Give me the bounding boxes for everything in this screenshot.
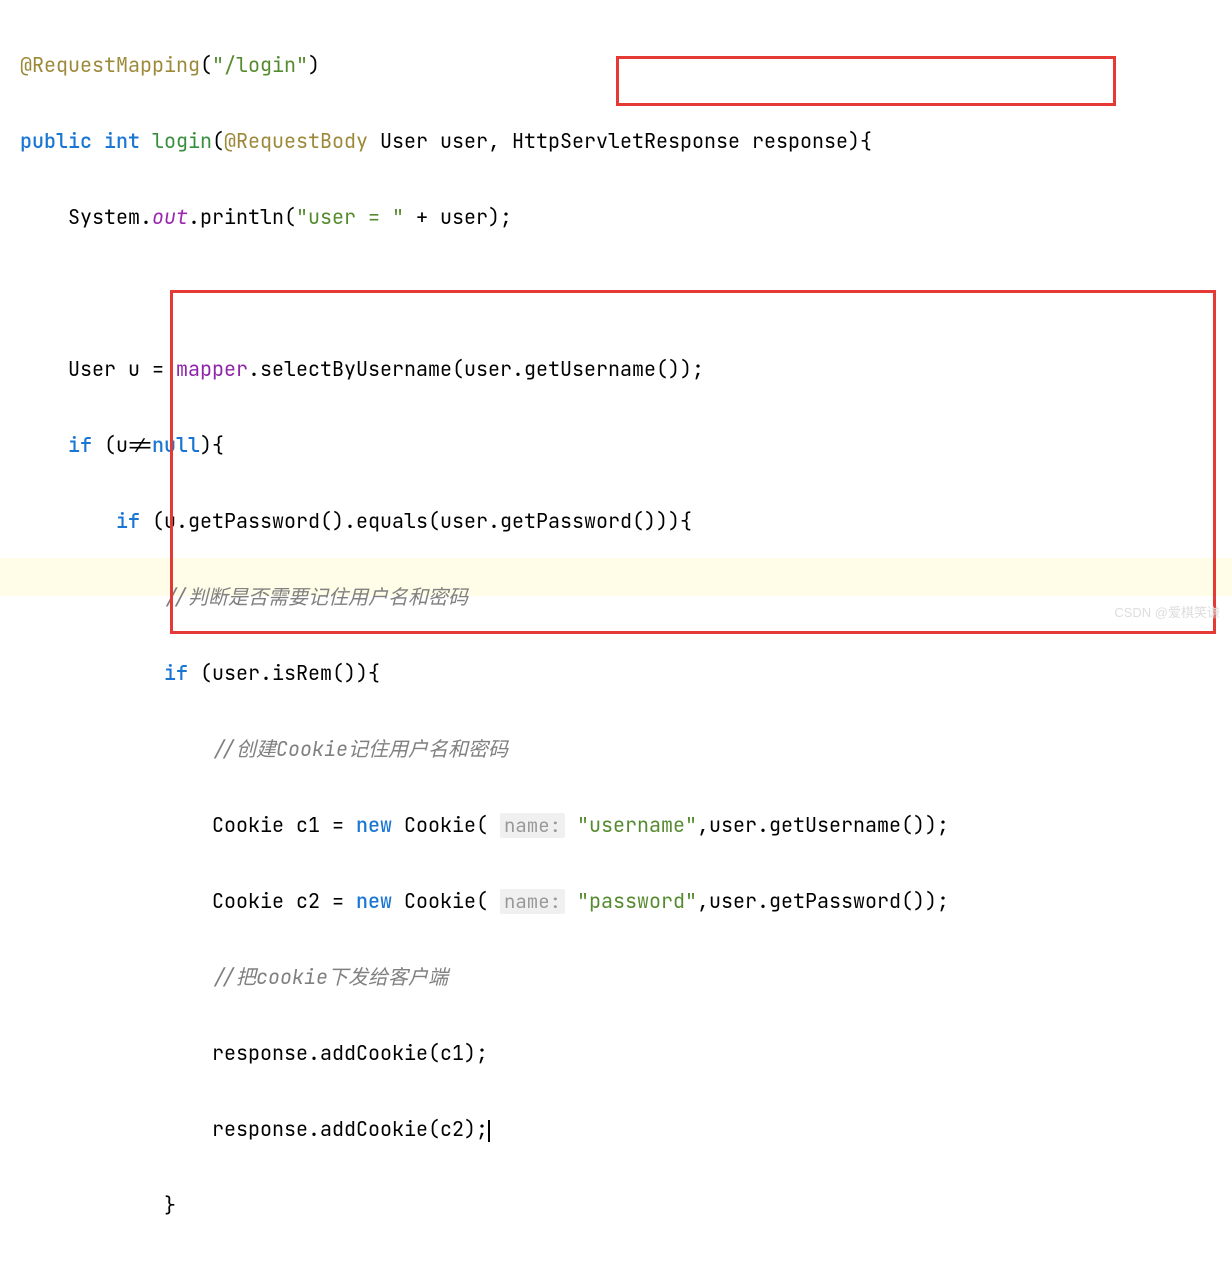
- method-name: login: [152, 128, 212, 154]
- param: response: [752, 128, 848, 154]
- variable: u: [128, 356, 140, 382]
- string-literal: "/login": [212, 52, 308, 78]
- annotation: @RequestMapping: [20, 52, 200, 78]
- method-call: selectByUsername: [260, 356, 452, 382]
- type: HttpServletResponse: [512, 128, 740, 154]
- method-call: getPassword: [500, 508, 632, 534]
- variable: user: [440, 508, 488, 534]
- variable: u: [164, 508, 176, 534]
- parameter-hint: name:: [500, 889, 565, 914]
- method-call: getPassword: [188, 508, 320, 534]
- method-call: println: [200, 204, 284, 230]
- variable: response: [212, 1040, 308, 1066]
- comment: //把cookie下发给客户端: [212, 964, 448, 990]
- constructor: Cookie: [404, 812, 476, 838]
- method-call: getUsername: [524, 356, 656, 382]
- watermark: CSDN @爱棋笑谦: [1114, 601, 1220, 626]
- keyword-int: int: [104, 128, 140, 154]
- code-line-13: //把cookie下发给客户端: [20, 958, 1212, 996]
- method-call: addCookie: [320, 1040, 428, 1066]
- code-line-2: public int login(@RequestBody User user,…: [20, 122, 1212, 160]
- class-ref: System: [68, 204, 140, 230]
- static-field: out: [152, 204, 188, 230]
- method-call: getPassword: [769, 888, 901, 914]
- string-literal: "user = ": [296, 204, 404, 230]
- code-line-9: if (user.isRem()){: [20, 654, 1212, 692]
- code-line-1: @RequestMapping("/login"): [20, 46, 1212, 84]
- method-call: getUsername: [769, 812, 901, 838]
- field: mapper: [176, 356, 248, 382]
- variable: c1: [296, 812, 320, 838]
- keyword-new: new: [356, 812, 392, 838]
- type: Cookie: [212, 888, 284, 914]
- variable: response: [212, 1116, 308, 1142]
- variable: user: [212, 660, 260, 686]
- variable: user: [709, 888, 757, 914]
- comment: //创建Cookie记住用户名和密码: [212, 736, 508, 762]
- string-literal: "username": [577, 812, 697, 838]
- method-call: isRem: [272, 660, 332, 686]
- code-line-14: response.addCookie(c1);: [20, 1034, 1212, 1072]
- code-line-8: //判断是否需要记住用户名和密码: [20, 578, 1212, 616]
- keyword-if: if: [116, 508, 140, 534]
- method-call: addCookie: [320, 1116, 428, 1142]
- arg: user: [464, 356, 512, 382]
- variable: c2: [296, 888, 320, 914]
- arg: c2: [440, 1116, 464, 1142]
- code-line-16: }: [20, 1186, 1212, 1224]
- code-line-15: response.addCookie(c2);: [20, 1110, 1212, 1148]
- code-line-11: Cookie c1 = new Cookie( name: "username"…: [20, 806, 1212, 844]
- keyword-public: public: [20, 128, 92, 154]
- code-line-4: [20, 274, 1212, 312]
- type: User: [380, 128, 428, 154]
- code-line-6: if (u!=null){: [20, 426, 1212, 464]
- keyword-new: new: [356, 888, 392, 914]
- param: user: [440, 128, 488, 154]
- code-line-3: System.out.println("user = " + user);: [20, 198, 1212, 236]
- type: Cookie: [212, 812, 284, 838]
- keyword-null: null: [152, 432, 200, 458]
- comment: //判断是否需要记住用户名和密码: [164, 584, 468, 610]
- code-line-5: User u = mapper.selectByUsername(user.ge…: [20, 350, 1212, 388]
- code-line-12: Cookie c2 = new Cookie( name: "password"…: [20, 882, 1212, 920]
- string-literal: "password": [577, 888, 697, 914]
- annotation: @RequestBody: [224, 128, 368, 154]
- keyword-if: if: [68, 432, 92, 458]
- variable: user: [709, 812, 757, 838]
- code-line-7: if (u.getPassword().equals(user.getPassw…: [20, 502, 1212, 540]
- code-editor[interactable]: @RequestMapping("/login") public int log…: [0, 0, 1232, 1270]
- code-line-10: //创建Cookie记住用户名和密码: [20, 730, 1212, 768]
- method-call: equals: [356, 508, 428, 534]
- constructor: Cookie: [404, 888, 476, 914]
- parameter-hint: name:: [500, 813, 565, 838]
- variable: user: [440, 204, 488, 230]
- text-cursor: [488, 1120, 490, 1142]
- arg: c1: [440, 1040, 464, 1066]
- keyword-if: if: [164, 660, 188, 686]
- type: User: [68, 356, 116, 382]
